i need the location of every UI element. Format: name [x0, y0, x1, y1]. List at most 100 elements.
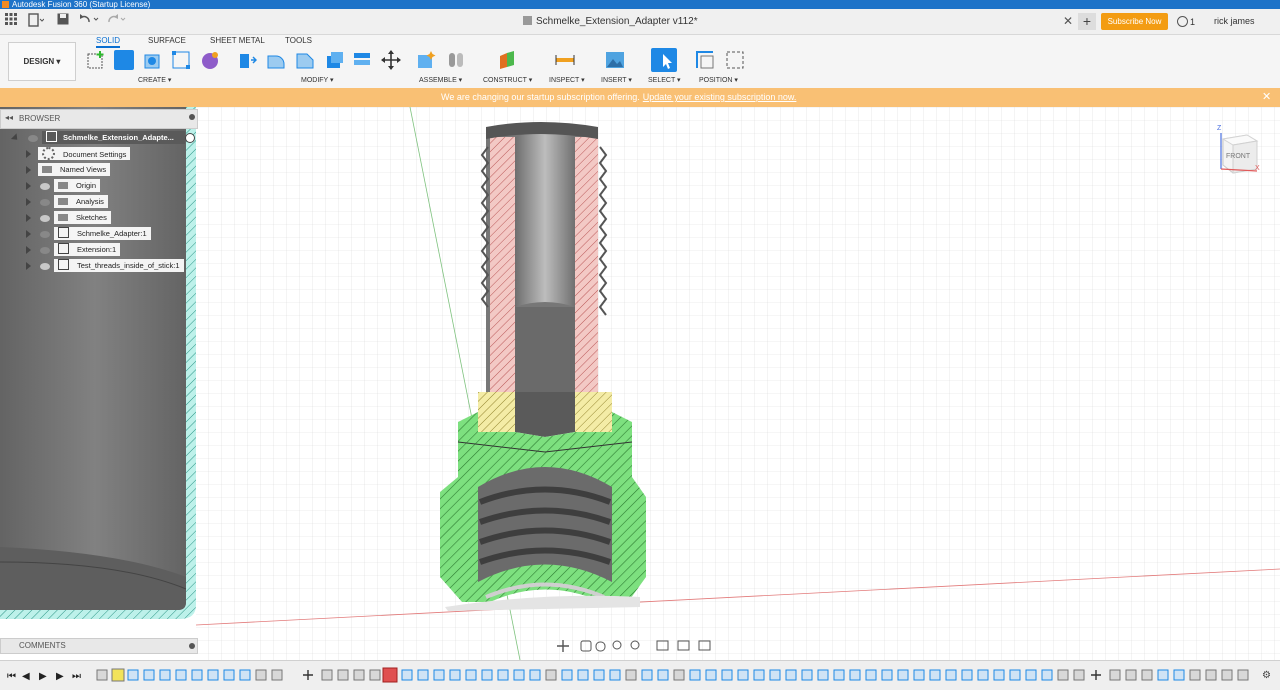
banner-update-link[interactable]: Update your existing subscription now.	[643, 92, 797, 102]
capture-position-icon[interactable]	[725, 50, 745, 70]
select-menu[interactable]: SELECT ▾	[648, 76, 681, 84]
tab-sheet-metal[interactable]: SHEET METAL	[210, 36, 265, 45]
orbit-icon[interactable]	[557, 638, 571, 654]
timeline-last-icon[interactable]: ⏭	[72, 671, 81, 682]
eye-icon[interactable]	[40, 231, 50, 238]
modify-menu[interactable]: MODIFY ▾	[301, 76, 334, 84]
eye-icon[interactable]	[40, 199, 50, 206]
offset-plane-icon[interactable]	[497, 50, 517, 70]
eye-hidden-icon[interactable]	[40, 183, 50, 190]
create-menu[interactable]: CREATE ▾	[138, 76, 171, 84]
tab-solid[interactable]: SOLID	[96, 36, 121, 48]
look-at-icon[interactable]	[579, 638, 593, 654]
undo-icon[interactable]	[78, 13, 100, 29]
revolve-icon[interactable]	[171, 50, 191, 70]
comments-options-icon[interactable]	[189, 643, 195, 649]
expand-arrow-icon[interactable]	[26, 198, 31, 206]
browser-item-document-settings[interactable]: Document Settings	[38, 147, 131, 160]
view-cube-front-label[interactable]: FRONT	[1226, 153, 1250, 160]
canvas-viewport[interactable]	[0, 107, 1280, 660]
browser-item-analysis[interactable]: Analysis	[54, 195, 108, 208]
timeline-play-icon[interactable]: ▶	[39, 671, 47, 682]
create-sketch-icon[interactable]	[114, 50, 134, 70]
align-icon[interactable]	[695, 50, 715, 70]
construct-menu[interactable]: CONSTRUCT ▾	[483, 76, 532, 84]
joint-icon[interactable]	[446, 50, 466, 70]
user-account[interactable]: rick james	[1214, 16, 1255, 26]
browser-item-named-views[interactable]: Named Views	[38, 163, 111, 176]
expand-arrow-icon[interactable]	[26, 150, 31, 158]
gear-icon	[42, 147, 55, 160]
file-menu-icon[interactable]	[27, 13, 45, 29]
display-settings-icon[interactable]	[655, 638, 673, 654]
view-cube-x-label: X	[1255, 165, 1260, 172]
position-menu[interactable]: POSITION ▾	[699, 76, 738, 84]
eye-hidden-icon[interactable]	[40, 263, 50, 270]
timeline-previous-icon[interactable]: ◀	[22, 671, 30, 682]
expand-arrow-icon[interactable]	[26, 182, 31, 190]
browser-item-schmelke-adapter[interactable]: Schmelke_Adapter:1	[54, 227, 151, 240]
close-tab-button[interactable]: ✕	[1063, 14, 1073, 28]
collapse-panel-icon[interactable]: ◂◂	[5, 113, 13, 122]
viewports-icon[interactable]	[697, 638, 715, 654]
extrude-icon[interactable]	[143, 50, 163, 70]
subscribe-button[interactable]: Subscribe Now	[1101, 13, 1168, 30]
new-sketch-icon[interactable]	[86, 50, 106, 70]
new-component-icon[interactable]	[416, 50, 436, 70]
expand-arrow-icon[interactable]	[26, 230, 31, 238]
eye-icon[interactable]	[28, 135, 38, 142]
form-icon[interactable]	[200, 50, 220, 70]
press-pull-icon[interactable]	[237, 50, 258, 70]
grid-menu-icon[interactable]	[4, 13, 18, 29]
save-icon[interactable]	[56, 13, 70, 29]
folder-icon	[58, 182, 68, 189]
banner-close-button[interactable]: ✕	[1262, 88, 1271, 107]
expand-arrow-icon[interactable]	[26, 214, 31, 222]
tab-tools[interactable]: TOOLS	[285, 36, 312, 45]
measure-icon[interactable]	[555, 50, 575, 70]
expand-arrow-icon[interactable]	[26, 262, 31, 270]
navigation-bar	[557, 638, 717, 654]
fillet-icon[interactable]	[266, 50, 286, 70]
timeline-first-icon[interactable]: ⏮	[7, 671, 16, 682]
timeline-bar: ⏮ ◀ ▶ ▶ ⏭ ⚙	[0, 660, 1280, 690]
timeline-settings-icon[interactable]: ⚙	[1262, 670, 1271, 681]
insert-menu[interactable]: INSERT ▾	[601, 76, 632, 84]
timeline-next-icon[interactable]: ▶	[56, 671, 64, 682]
zoom-icon[interactable]	[611, 638, 625, 654]
job-status[interactable]: 1	[1177, 16, 1195, 27]
3d-canvas[interactable]	[0, 107, 1280, 660]
chamfer-icon[interactable]	[295, 50, 315, 70]
expand-arrow-icon[interactable]	[26, 246, 31, 254]
shell-icon[interactable]	[324, 50, 344, 70]
select-icon[interactable]	[651, 48, 677, 72]
browser-item-origin[interactable]: Origin	[54, 179, 101, 192]
window-title: Autodesk Fusion 360 (Startup License)	[12, 0, 151, 9]
pan-icon[interactable]	[595, 638, 609, 654]
browser-panel-header[interactable]: ◂◂ BROWSER	[0, 109, 198, 129]
view-cube[interactable]: FRONT Z X	[1217, 125, 1261, 175]
activate-component-icon[interactable]	[185, 133, 195, 143]
eye-hidden-icon[interactable]	[40, 215, 50, 222]
insert-image-icon[interactable]	[605, 50, 625, 70]
browser-item-test-threads[interactable]: Test_threads_inside_of_stick:1	[54, 259, 184, 272]
window-title-bar: Autodesk Fusion 360 (Startup License)	[0, 0, 1280, 9]
panel-options-icon[interactable]	[189, 114, 195, 120]
combine-icon[interactable]	[352, 50, 372, 70]
expand-arrow-icon[interactable]	[26, 166, 31, 174]
eye-icon[interactable]	[40, 247, 50, 254]
assemble-menu[interactable]: ASSEMBLE ▾	[419, 76, 462, 84]
comments-panel[interactable]: COMMENTS	[0, 638, 198, 654]
move-copy-icon[interactable]	[381, 50, 401, 70]
redo-icon[interactable]	[105, 13, 127, 29]
tab-surface[interactable]: SURFACE	[148, 36, 186, 45]
zoom-window-icon[interactable]	[629, 638, 649, 654]
inspect-menu[interactable]: INSPECT ▾	[549, 76, 585, 84]
workspace-switcher[interactable]: DESIGN ▾	[8, 42, 76, 81]
browser-item-extension[interactable]: Extension:1	[54, 243, 121, 256]
timeline-features[interactable]	[95, 667, 1255, 685]
grid-settings-icon[interactable]	[676, 638, 694, 654]
browser-root-item[interactable]: Schmelke_Extension_Adapte...	[42, 131, 185, 144]
new-tab-button[interactable]: +	[1078, 13, 1096, 30]
browser-item-sketches[interactable]: Sketches	[54, 211, 111, 224]
